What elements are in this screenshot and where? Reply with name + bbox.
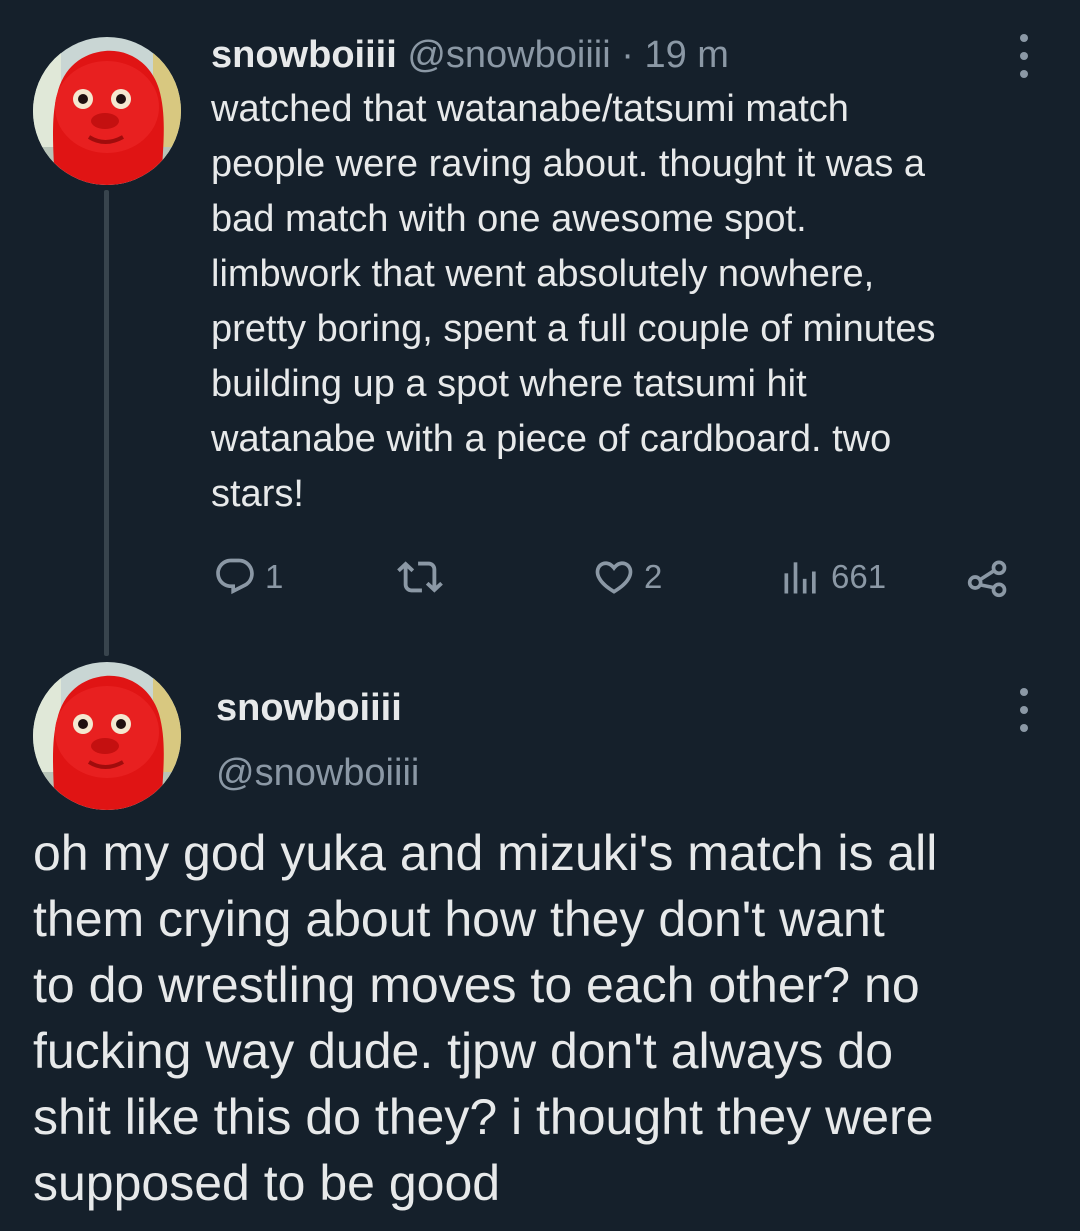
display-name[interactable]: snowboiiii bbox=[216, 683, 402, 733]
reply-tweet-text: watched that watanabe/tatsumi match peop… bbox=[211, 82, 1051, 522]
text-line: limbwork that went absolutely nowhere, bbox=[211, 253, 875, 295]
tweet-action-bar: 1 2 661 bbox=[211, 552, 1031, 602]
speech-bubble-icon bbox=[216, 558, 254, 595]
reply-tweet-header: snowboiiii @snowboiiii · 19 m bbox=[211, 30, 729, 80]
text-line: people were raving about. thought it was… bbox=[211, 143, 926, 185]
avatar[interactable] bbox=[33, 662, 181, 810]
like-count: 2 bbox=[644, 558, 663, 595]
vertical-ellipsis-icon bbox=[1020, 688, 1028, 696]
text-line: watched that watanabe/tatsumi match bbox=[211, 88, 849, 130]
reply-count: 1 bbox=[265, 558, 284, 595]
share-nodes-icon bbox=[967, 560, 1007, 598]
text-line: stars! bbox=[211, 473, 304, 515]
bar-chart-icon bbox=[784, 562, 816, 594]
red-creature-avatar-image bbox=[33, 37, 181, 185]
view-count: 661 bbox=[831, 558, 887, 595]
text-line: watanabe with a piece of cardboard. two bbox=[211, 418, 892, 460]
text-line: building up a spot where tatsumi hit bbox=[211, 363, 807, 405]
text-line: oh my god yuka and mizuki's match is all bbox=[33, 825, 938, 881]
thread-connector-line bbox=[104, 190, 109, 656]
text-line: them crying about how they don't want bbox=[33, 891, 885, 947]
red-creature-avatar-image bbox=[33, 662, 181, 810]
text-line: pretty boring, spent a full couple of mi… bbox=[211, 308, 936, 350]
main-tweet-text: oh my god yuka and mizuki's match is all… bbox=[33, 820, 1053, 1216]
text-line: to do wrestling moves to each other? no bbox=[33, 957, 920, 1013]
like-button[interactable]: 2 bbox=[592, 552, 662, 602]
handle[interactable]: @snowboiiii bbox=[216, 748, 419, 798]
tweet-thread: snowboiiii @snowboiiii · 19 m watched th… bbox=[0, 0, 1080, 1231]
more-options-button[interactable] bbox=[1012, 34, 1036, 78]
display-name[interactable]: snowboiiii bbox=[211, 34, 397, 76]
separator-dot: · bbox=[621, 34, 634, 76]
retweet-button[interactable] bbox=[397, 552, 443, 602]
vertical-ellipsis-icon bbox=[1020, 34, 1028, 42]
share-button[interactable] bbox=[966, 552, 1010, 602]
retweet-arrows-icon bbox=[397, 561, 443, 593]
more-options-button[interactable] bbox=[1012, 688, 1036, 732]
text-line: bad match with one awesome spot. bbox=[211, 198, 807, 240]
text-line: shit like this do they? i thought they w… bbox=[33, 1089, 934, 1145]
reply-button[interactable]: 1 bbox=[213, 552, 283, 602]
text-line: supposed to be good bbox=[33, 1155, 501, 1211]
views-button[interactable]: 661 bbox=[779, 552, 886, 602]
timestamp[interactable]: 19 m bbox=[644, 34, 728, 76]
handle[interactable]: @snowboiiii bbox=[407, 34, 610, 76]
avatar[interactable] bbox=[33, 37, 181, 185]
heart-outline-icon bbox=[595, 561, 633, 594]
text-line: fucking way dude. tjpw don't always do bbox=[33, 1023, 894, 1079]
